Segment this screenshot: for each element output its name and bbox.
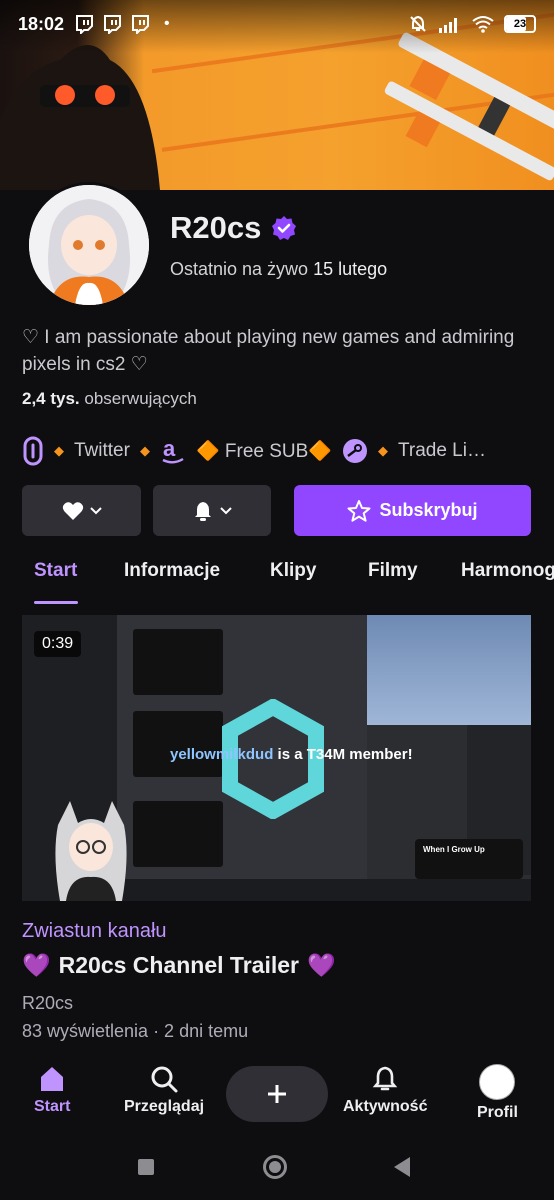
- video-duration: 0:39: [34, 631, 82, 657]
- video-game-preview: [367, 615, 531, 725]
- back-button[interactable]: [394, 1157, 410, 1177]
- system-navigation-bar: [0, 1136, 554, 1200]
- channel-avatar[interactable]: [26, 182, 152, 308]
- steam-icon: [342, 439, 367, 463]
- last-live-prefix: Ostatnio na żywo: [170, 259, 309, 279]
- status-time: 18:02: [18, 13, 65, 34]
- twitch-notification-icon: [104, 15, 122, 34]
- wifi-icon: [472, 16, 494, 33]
- channel-name-text: R20cs: [170, 210, 262, 245]
- followers-number: 2,4 tys.: [22, 389, 80, 408]
- purple-heart-emoji: 💜: [22, 952, 51, 978]
- mute-icon: [410, 15, 426, 32]
- nav-start[interactable]: Start: [34, 1064, 70, 1116]
- signal-icon: [439, 18, 457, 33]
- video-vtuber-character: [55, 801, 127, 901]
- video-taskbar: [117, 879, 531, 901]
- nav-profile[interactable]: Profil: [477, 1064, 518, 1122]
- subscribe-label: Subskrybuj: [379, 500, 478, 520]
- battery-icon: 23: [504, 15, 536, 33]
- video-now-playing: When I Grow Up: [415, 839, 523, 879]
- tab-filmy[interactable]: Filmy: [368, 560, 418, 582]
- followers-label: obserwujących: [84, 389, 197, 408]
- trailer-meta: 83 wyświetlenia · 2 dni temu: [22, 1021, 249, 1041]
- bell-icon: [195, 501, 211, 521]
- channel-tabs: Start Informacje Klipy Filmy Harmonog: [0, 560, 554, 604]
- amazon-icon: a: [162, 437, 184, 464]
- chevron-down-icon: [89, 506, 102, 514]
- nav-activity-label: Aktywność: [343, 1098, 428, 1115]
- tab-harmonogram[interactable]: Harmonog: [461, 560, 554, 582]
- recents-button[interactable]: [138, 1159, 154, 1175]
- trailer-title[interactable]: 💜 R20cs Channel Trailer 💜: [22, 952, 336, 979]
- tab-start[interactable]: Start: [34, 560, 77, 582]
- diamond-icon: ◆: [139, 443, 150, 458]
- tab-informacje[interactable]: Informacje: [124, 560, 220, 582]
- purple-heart-emoji: 💜: [306, 952, 336, 978]
- diamond-icon: ◆: [377, 443, 388, 458]
- nav-start-label: Start: [34, 1098, 71, 1115]
- channel-bio: ♡ I am passionate about playing new game…: [22, 327, 515, 375]
- status-bar: 18:02 • 23: [0, 0, 554, 48]
- svg-text:a: a: [163, 437, 176, 461]
- channel-trailer-video[interactable]: yellowmilkdud is a T34M member! When I G…: [22, 615, 531, 901]
- plus-icon: [268, 1085, 286, 1103]
- follow-button[interactable]: [22, 485, 141, 536]
- verified-badge-icon: [272, 216, 297, 240]
- nav-activity[interactable]: Aktywność: [343, 1064, 427, 1116]
- star-icon: [347, 499, 371, 522]
- home-icon: [41, 1067, 64, 1091]
- notifications-button[interactable]: [153, 485, 271, 536]
- active-tab-indicator: [34, 601, 78, 604]
- social-links: ◆ Twitter ◆ a 🔶 Free SUB🔶 ◆ Trade Li…: [22, 434, 554, 468]
- link-free-sub[interactable]: 🔶 Free SUB🔶: [196, 439, 332, 463]
- channel-name: R20cs: [170, 210, 297, 246]
- diamond-icon: ◆: [54, 443, 64, 458]
- link-twitter[interactable]: Twitter: [74, 440, 130, 462]
- tab-klipy[interactable]: Klipy: [270, 560, 316, 582]
- home-button[interactable]: [263, 1155, 287, 1179]
- last-live-date: 15 lutego: [313, 259, 388, 279]
- trailer-channel[interactable]: R20cs: [22, 993, 73, 1014]
- trailer-label: Zwiastun kanału: [22, 920, 167, 942]
- nav-browse[interactable]: Przeglądaj: [124, 1064, 204, 1116]
- search-icon: [151, 1066, 178, 1093]
- subscribe-button[interactable]: Subskrybuj: [294, 485, 531, 536]
- bell-outline-icon: [372, 1066, 398, 1091]
- bottom-navigation: Start Przeglądaj Aktywność Profil: [0, 1056, 554, 1136]
- followers-count: 2,4 tys. obserwujących: [22, 389, 197, 409]
- avatar-art: [29, 185, 149, 305]
- heart-icon: [62, 501, 83, 520]
- overlay-username: yellowmilkdud: [170, 746, 274, 763]
- create-button[interactable]: [226, 1066, 328, 1122]
- profile-avatar: [479, 1064, 516, 1100]
- video-member-overlay: yellowmilkdud is a T34M member!: [170, 746, 413, 763]
- twitch-notification-icon: [132, 15, 150, 34]
- more-notifications-dot: •: [164, 15, 170, 32]
- link-icon: [23, 436, 43, 466]
- twitch-notification-icon: [76, 15, 94, 34]
- trailer-title-text: R20cs Channel Trailer: [58, 952, 299, 978]
- nav-browse-label: Przeglądaj: [124, 1098, 205, 1115]
- nav-profile-label: Profil: [477, 1104, 518, 1121]
- link-trade[interactable]: Trade Li…: [398, 440, 486, 462]
- last-live-info: Ostatnio na żywo 15 lutego: [170, 259, 387, 280]
- chevron-down-icon: [220, 506, 232, 514]
- overlay-text: is a T34M member!: [277, 746, 413, 763]
